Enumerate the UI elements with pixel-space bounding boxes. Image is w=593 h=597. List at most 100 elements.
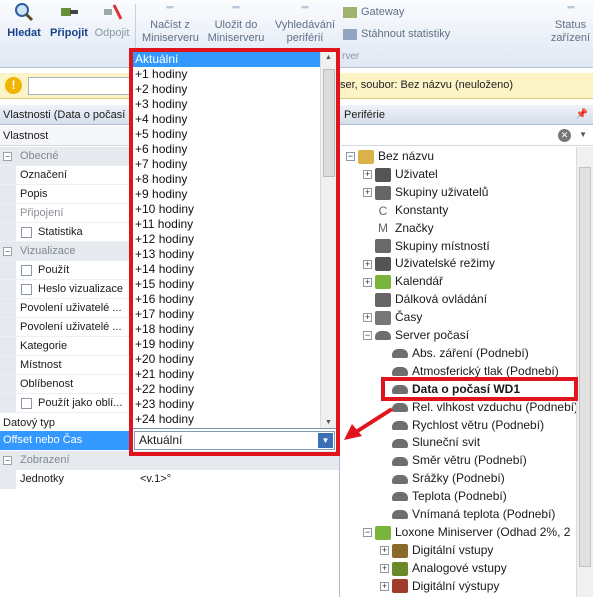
expand-icon[interactable]: + bbox=[363, 170, 372, 180]
tree-node[interactable]: + Kalendář bbox=[363, 272, 443, 290]
tree-node[interactable]: Sluneční svit bbox=[380, 433, 480, 451]
digital-in-icon bbox=[392, 543, 408, 558]
expand-icon[interactable]: + bbox=[380, 564, 389, 574]
save-to-miniserver-button[interactable]: Uložit do Miniserveru bbox=[206, 6, 266, 45]
tree-node[interactable]: + Digitální vstupy bbox=[380, 541, 493, 559]
property-label: Připojení bbox=[20, 207, 64, 219]
highlight-box-dropdown bbox=[129, 48, 340, 456]
units-label: Jednotky bbox=[20, 473, 65, 485]
search-label: Hledat bbox=[7, 27, 41, 39]
expand-icon[interactable]: + bbox=[363, 188, 372, 198]
expand-icon[interactable]: + bbox=[380, 581, 389, 591]
expand-icon[interactable]: + bbox=[380, 546, 389, 556]
tree-node[interactable]: Rychlost větru (Podnebí) bbox=[380, 416, 544, 434]
tree-node-label: Atmosferický tlak (Podnebí) bbox=[412, 363, 559, 378]
units-value: <v.1>° bbox=[140, 473, 172, 485]
load-from-miniserver-button[interactable]: Načíst z Miniserveru bbox=[142, 6, 199, 45]
tree-node[interactable]: Dálková ovládání bbox=[363, 290, 487, 308]
property-checkbox[interactable] bbox=[21, 398, 32, 409]
constant-icon: C bbox=[378, 203, 388, 218]
gateway-button[interactable]: Gateway bbox=[343, 6, 404, 18]
tree-node[interactable]: Směr větru (Podnebí) bbox=[380, 451, 527, 469]
connect-icon bbox=[61, 8, 78, 16]
tree-node-label: Dálková ovládání bbox=[395, 292, 488, 307]
collapse-icon[interactable]: − bbox=[3, 152, 12, 161]
collapse-icon[interactable]: − bbox=[346, 152, 355, 162]
clock-icon bbox=[375, 310, 391, 325]
tree-node-label: Uživatel bbox=[395, 166, 438, 181]
connect-button[interactable]: Připojit bbox=[48, 2, 90, 40]
tree-node[interactable]: Srážky (Podnebí) bbox=[380, 469, 505, 487]
tree-node[interactable]: Vnímaná teplota (Podnebí) bbox=[380, 505, 555, 523]
property-label: Oblíbenost bbox=[20, 378, 74, 390]
property-checkbox[interactable] bbox=[21, 284, 32, 295]
discover-icon bbox=[301, 6, 309, 9]
tree-scrollbar[interactable] bbox=[576, 147, 593, 597]
tree-node[interactable]: + Skupiny uživatelů bbox=[363, 183, 488, 201]
users-icon bbox=[375, 185, 391, 200]
property-label: Obecné bbox=[20, 150, 59, 162]
chevron-down-icon[interactable]: ▼ bbox=[579, 130, 587, 139]
cloud-icon bbox=[392, 402, 408, 412]
tree-node[interactable]: − Server počasí bbox=[363, 326, 469, 344]
tree-node[interactable]: + Digitální výstupy bbox=[380, 577, 499, 595]
status-label: Status zařízení bbox=[550, 19, 591, 44]
property-label: Označení bbox=[20, 169, 68, 181]
collapse-icon[interactable]: − bbox=[3, 247, 12, 256]
analog-in-icon bbox=[392, 561, 408, 576]
tree-node-label: Značky bbox=[395, 220, 434, 235]
tree-node[interactable]: C Konstanty bbox=[363, 201, 449, 219]
tree-node[interactable]: − Bez názvu bbox=[346, 147, 434, 165]
tree-node[interactable]: + Uživatelské režimy bbox=[363, 254, 495, 272]
tree-node[interactable]: M Značky bbox=[363, 219, 434, 237]
download-statistics-button[interactable]: Stáhnout statistiky bbox=[343, 28, 450, 40]
cloud-icon bbox=[375, 331, 391, 341]
offset-row[interactable]: Offset nebo Čas bbox=[0, 431, 131, 450]
expand-icon[interactable]: + bbox=[363, 259, 372, 269]
tree-node[interactable]: + Analogové vstupy bbox=[380, 559, 507, 577]
peripherals-search-input[interactable]: ✕ ▼ bbox=[341, 126, 593, 146]
tree-node-label: Loxone Miniserver (Odhad 2%, 2 bbox=[395, 524, 571, 539]
info-input[interactable] bbox=[28, 77, 130, 95]
tree-node[interactable]: Skupiny místností bbox=[363, 237, 490, 255]
expand-icon[interactable]: + bbox=[363, 277, 372, 287]
expand-icon[interactable]: + bbox=[363, 313, 372, 323]
tree-node-label: Uživatelské režimy bbox=[395, 256, 496, 271]
collapse-icon[interactable]: − bbox=[363, 331, 372, 341]
warning-icon: ! bbox=[5, 77, 22, 94]
tree-node[interactable]: + Časy bbox=[363, 308, 422, 326]
miniserver-icon bbox=[375, 525, 391, 540]
tree-node-label: Digitální vstupy bbox=[412, 542, 494, 557]
disconnect-button[interactable]: Odpojit bbox=[92, 2, 132, 40]
property-label: Použít bbox=[38, 264, 70, 276]
tree-node[interactable]: Teplota (Podnebí) bbox=[380, 487, 507, 505]
tree-node-label: Konstanty bbox=[395, 202, 449, 217]
property-checkbox[interactable] bbox=[21, 265, 32, 276]
discover-peripherals-button[interactable]: Vyhledávání periférií bbox=[272, 6, 338, 45]
tree-node[interactable]: Abs. záření (Podnebí) bbox=[380, 344, 529, 362]
search-button[interactable]: Hledat bbox=[4, 2, 44, 40]
status-icon bbox=[566, 6, 575, 9]
cloud-icon bbox=[392, 474, 408, 484]
property-checkbox[interactable] bbox=[21, 227, 32, 238]
property-column-header: Vlastnost bbox=[0, 126, 130, 146]
property-label: Kategorie bbox=[20, 340, 68, 352]
cloud-icon bbox=[392, 367, 408, 377]
scrollbar-thumb[interactable] bbox=[579, 167, 591, 567]
statistics-icon bbox=[343, 28, 357, 40]
pin-icon[interactable]: 📌 bbox=[576, 105, 588, 125]
property-label: Povolení uživatelé ... bbox=[20, 302, 122, 314]
property-label: Statistika bbox=[38, 226, 83, 238]
tree-node[interactable]: − Loxone Miniserver (Odhad 2%, 2 bbox=[363, 523, 570, 541]
cloud-icon bbox=[392, 349, 408, 359]
tree-node-label: Skupiny uživatelů bbox=[395, 184, 489, 199]
clear-search-icon[interactable]: ✕ bbox=[558, 129, 571, 142]
cloud-icon bbox=[392, 492, 408, 502]
collapse-icon[interactable]: − bbox=[3, 456, 12, 465]
tree-node[interactable]: + Uživatel bbox=[363, 165, 438, 183]
peripherals-panel: Periférie 📌 ✕ ▼ − Bez názvu + Uživatel + Skup… bbox=[339, 105, 593, 597]
collapse-icon[interactable]: − bbox=[363, 528, 372, 538]
tree-node-label: Analogové vstupy bbox=[412, 560, 507, 575]
device-status-button[interactable]: Status zařízení bbox=[548, 6, 593, 45]
tree-node-label: Vnímaná teplota (Podnebí) bbox=[412, 507, 556, 521]
